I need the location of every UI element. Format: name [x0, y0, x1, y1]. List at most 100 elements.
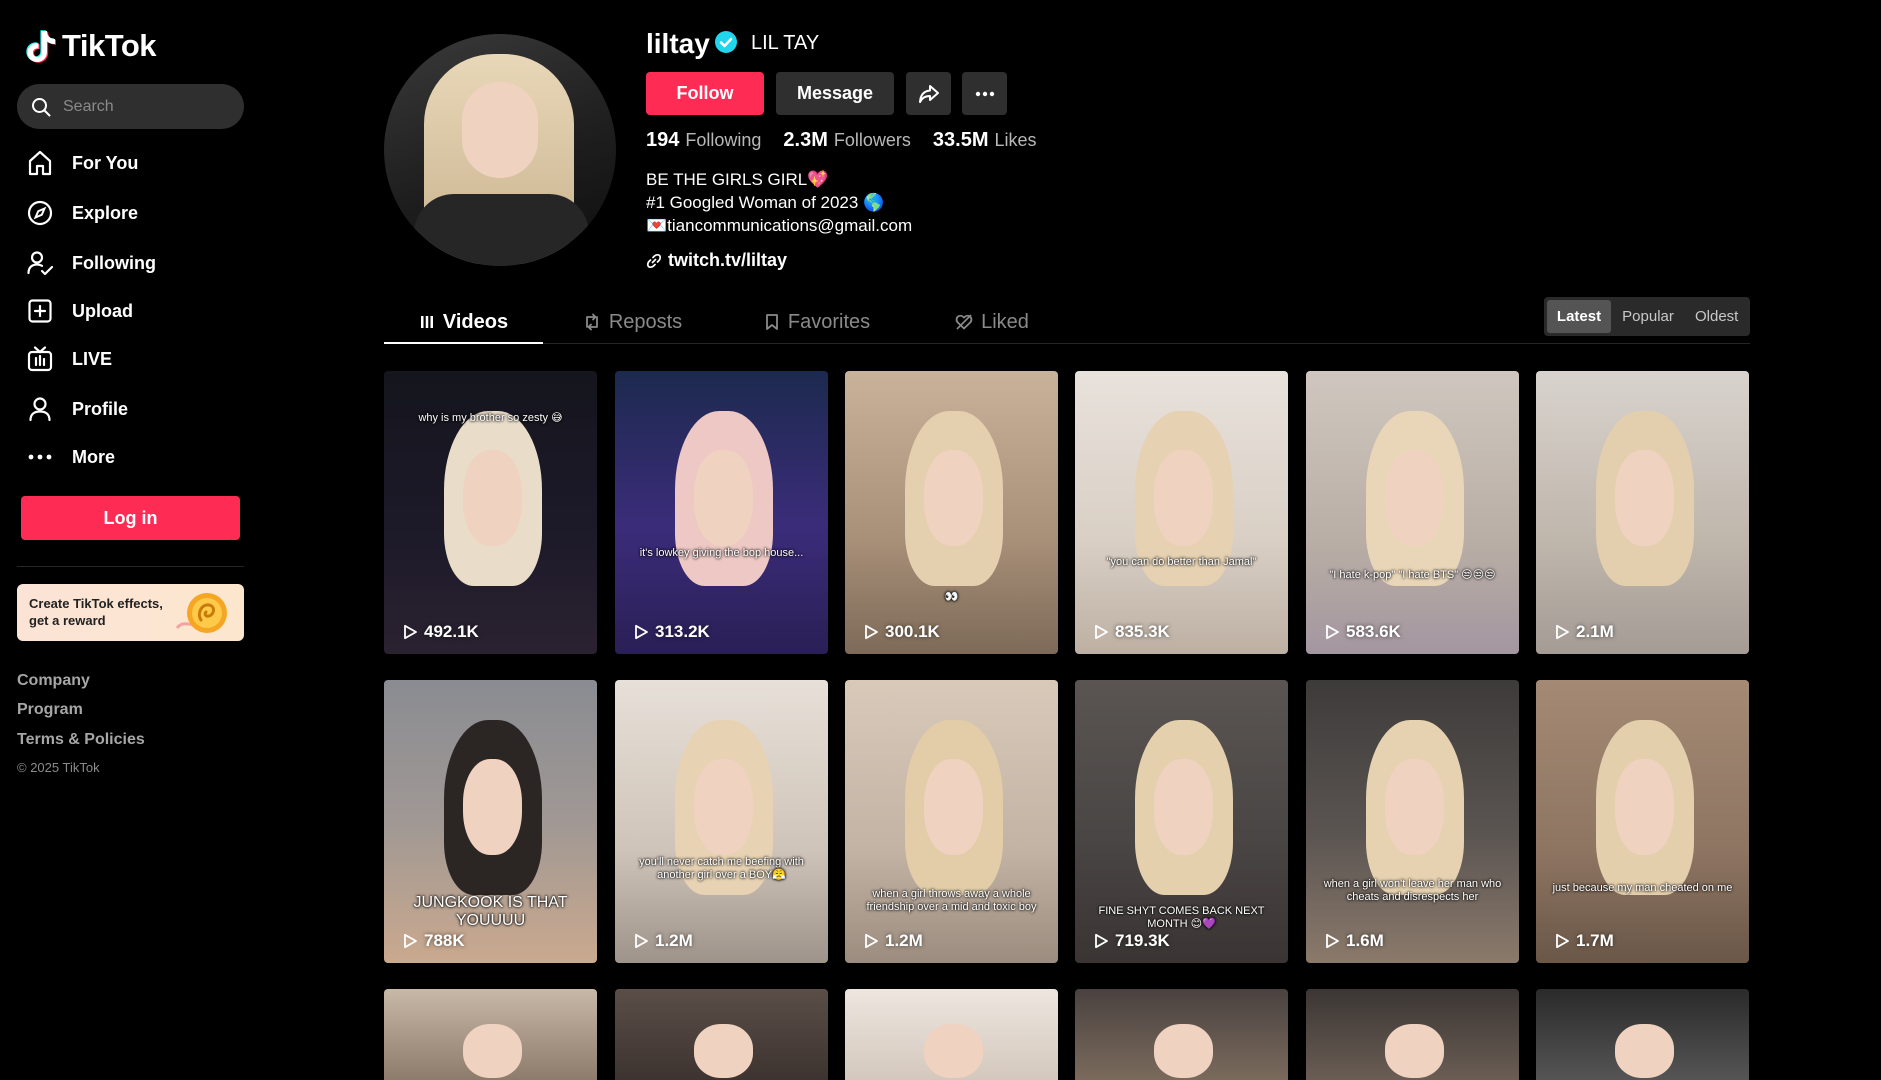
video-views: 788K — [402, 931, 465, 951]
video-caption: it's lowkey giving the bop house... — [639, 547, 804, 559]
message-button[interactable]: Message — [776, 72, 894, 115]
tab-videos[interactable]: Videos — [384, 300, 543, 344]
profile-link-text: twitch.tv/liltay — [668, 250, 788, 270]
nav-label: More — [72, 446, 116, 467]
profile-username: liltay — [646, 28, 710, 59]
play-icon — [404, 933, 417, 949]
profile-nickname: LIL TAY — [751, 32, 820, 54]
video-caption: you'll never catch me beefing with anoth… — [639, 856, 804, 881]
tiktok-logo-icon — [26, 30, 56, 63]
footer-link-terms[interactable]: Terms & Policies — [17, 731, 145, 749]
profile-avatar[interactable] — [384, 34, 616, 266]
more-icon — [28, 454, 52, 460]
nav-following[interactable]: Following — [26, 243, 236, 283]
home-icon — [28, 150, 52, 176]
nav-explore[interactable]: Explore — [26, 193, 236, 233]
search-bar[interactable] — [17, 84, 244, 129]
video-card[interactable] — [615, 989, 828, 1080]
active-tab-indicator — [384, 342, 543, 344]
sort-oldest[interactable]: Oldest — [1685, 300, 1748, 333]
video-caption: when a girl throws away a whole friendsh… — [866, 888, 1037, 913]
video-caption: "I hate k-pop" "I hate BTS" 😒😒😒 — [1329, 569, 1496, 581]
play-icon — [635, 624, 648, 640]
verified-badge-icon — [715, 31, 737, 53]
video-views: 313.2K — [633, 622, 710, 642]
video-card[interactable] — [1075, 989, 1288, 1080]
link-icon — [646, 253, 662, 268]
login-button[interactable]: Log in — [21, 496, 240, 540]
video-views: 1.2M — [863, 931, 923, 951]
footer-link-program[interactable]: Program — [17, 701, 83, 719]
video-views: 1.2M — [633, 931, 693, 951]
sort-popular[interactable]: Popular — [1613, 300, 1683, 333]
follow-button[interactable]: Follow — [646, 72, 764, 115]
video-card[interactable]: just because my man cheated on me 1.7M — [1536, 680, 1749, 963]
video-caption: "you can do better than Jamal" — [1106, 556, 1257, 568]
video-views: 492.1K — [402, 622, 479, 642]
bookmark-icon — [765, 314, 778, 330]
video-card[interactable] — [384, 989, 597, 1080]
tab-reposts[interactable]: Reposts — [543, 300, 722, 344]
nav-live[interactable]: LIVE — [26, 339, 236, 379]
video-card[interactable] — [845, 989, 1058, 1080]
effects-promo-banner[interactable]: Create TikTok effects, get a reward — [17, 584, 244, 641]
video-caption: JUNGKOOK IS THAT YOUUUU — [413, 894, 568, 929]
liked-icon — [955, 314, 973, 330]
video-card[interactable]: FINE SHYT COMES BACK NEXT MONTH 😊💜 719.3K — [1075, 680, 1288, 963]
nav-label: Following — [72, 252, 156, 273]
video-caption: 👀 — [944, 591, 959, 603]
video-views: 2.1M — [1554, 622, 1614, 642]
play-icon — [1326, 624, 1339, 640]
nav-label: Upload — [72, 300, 133, 321]
video-card[interactable]: JUNGKOOK IS THAT YOUUUU 788K — [384, 680, 597, 963]
nav-for-you[interactable]: For You — [26, 143, 236, 183]
likes-stat: 33.5M Likes — [932, 129, 1037, 151]
nav-label: Profile — [72, 398, 129, 419]
sort-toggle: Latest Popular Oldest — [1544, 297, 1750, 336]
copyright: © 2025 TikTok — [17, 760, 100, 775]
promo-text: Create TikTok effects, get a reward — [29, 596, 163, 628]
tiktok-logo[interactable]: TikTok — [26, 28, 157, 64]
video-card[interactable]: you'll never catch me beefing with anoth… — [615, 680, 828, 963]
following-icon — [27, 251, 54, 276]
video-views: 1.6M — [1324, 931, 1384, 951]
video-views: 300.1K — [863, 622, 940, 642]
video-caption: when a girl won't leave her man who chea… — [1323, 878, 1502, 903]
tab-liked[interactable]: Liked — [912, 300, 1072, 344]
video-caption: just because my man cheated on me — [1552, 882, 1733, 894]
coin-icon — [175, 593, 227, 633]
nav-upload[interactable]: Upload — [26, 291, 236, 331]
profile-bio: BE THE GIRLS GIRL💖 #1 Googled Woman of 2… — [646, 170, 913, 235]
share-button[interactable] — [906, 72, 951, 115]
play-icon — [1556, 933, 1569, 949]
search-input[interactable] — [63, 97, 233, 116]
nav-profile[interactable]: Profile — [26, 389, 236, 429]
footer-link-company[interactable]: Company — [17, 672, 90, 690]
video-card[interactable] — [1536, 989, 1749, 1080]
profile-link[interactable]: twitch.tv/liltay — [646, 250, 787, 271]
video-card[interactable] — [1306, 989, 1519, 1080]
video-card[interactable]: 2.1M — [1536, 371, 1749, 654]
video-card[interactable]: it's lowkey giving the bop house... 313.2… — [615, 371, 828, 654]
video-card[interactable]: when a girl won't leave her man who chea… — [1306, 680, 1519, 963]
video-card[interactable]: when a girl throws away a whole friendsh… — [845, 680, 1058, 963]
video-card[interactable]: "I hate k-pop" "I hate BTS" 😒😒😒 583.6K — [1306, 371, 1519, 654]
play-icon — [1556, 624, 1569, 640]
video-card[interactable]: "you can do better than Jamal" 835.3K — [1075, 371, 1288, 654]
more-options-button[interactable] — [962, 72, 1007, 115]
play-icon — [865, 933, 878, 949]
play-icon — [635, 933, 648, 949]
video-caption: why is my brother so zesty 😅 — [418, 412, 563, 424]
tab-favorites[interactable]: Favorites — [722, 300, 912, 344]
logo-text: TikTok — [62, 28, 157, 63]
sort-latest[interactable]: Latest — [1547, 300, 1611, 333]
video-card[interactable]: 👀 300.1K — [845, 371, 1058, 654]
share-icon — [918, 84, 939, 103]
play-icon — [865, 624, 878, 640]
nav-more[interactable]: More — [26, 437, 236, 477]
following-stat[interactable]: 194 Following — [646, 129, 761, 152]
video-card[interactable]: why is my brother so zesty 😅 492.1K — [384, 371, 597, 654]
compass-icon — [27, 200, 53, 226]
followers-stat[interactable]: 2.3M Followers — [783, 129, 911, 152]
grid-icon — [420, 316, 433, 328]
